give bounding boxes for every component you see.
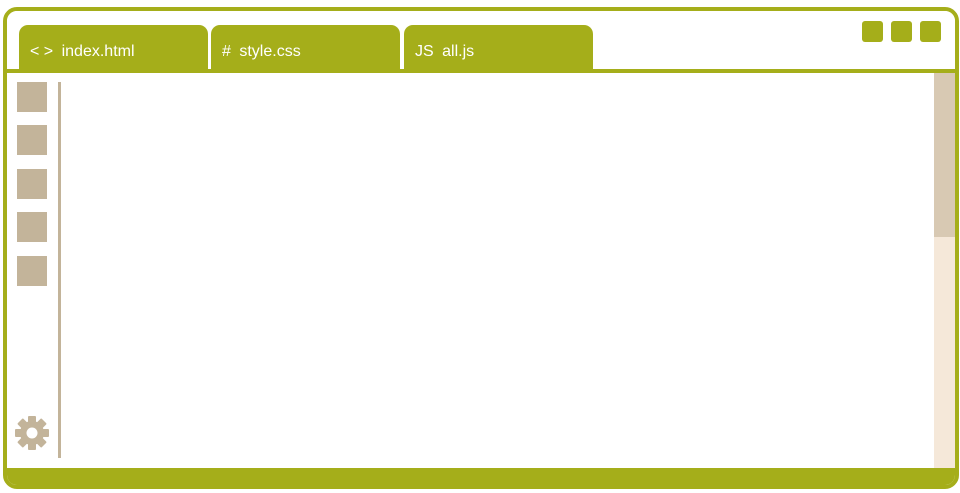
tab-all-js[interactable]: JS all.js [404, 25, 593, 69]
settings-button[interactable] [13, 414, 51, 452]
tab-style-css[interactable]: # style.css [211, 25, 400, 69]
sidebar-divider [58, 82, 61, 458]
scrollbar-thumb[interactable] [934, 73, 955, 237]
sidebar-button-2[interactable] [17, 125, 47, 155]
sidebar-button-5[interactable] [17, 256, 47, 286]
sidebar-button-1[interactable] [17, 82, 47, 112]
close-button[interactable] [920, 21, 941, 42]
code-icon: < > [30, 43, 54, 60]
tab-label: all.js [442, 43, 475, 60]
editor-window: < > index.html # style.css JS all.js [3, 7, 959, 489]
status-bar [7, 468, 955, 485]
tab-index-html[interactable]: < > index.html [19, 25, 208, 69]
minimize-button[interactable] [862, 21, 883, 42]
sidebar-button-4[interactable] [17, 212, 47, 242]
hash-icon: # [222, 43, 231, 60]
tab-label: index.html [61, 43, 135, 60]
code-editor-area[interactable] [63, 73, 933, 468]
vertical-scrollbar[interactable] [934, 73, 955, 468]
maximize-button[interactable] [891, 21, 912, 42]
js-icon: JS [415, 43, 434, 60]
tab-bar: < > index.html # style.css JS all.js [7, 11, 955, 73]
sidebar-button-3[interactable] [17, 169, 47, 199]
tab-label: style.css [239, 43, 301, 60]
gear-icon [15, 416, 49, 450]
